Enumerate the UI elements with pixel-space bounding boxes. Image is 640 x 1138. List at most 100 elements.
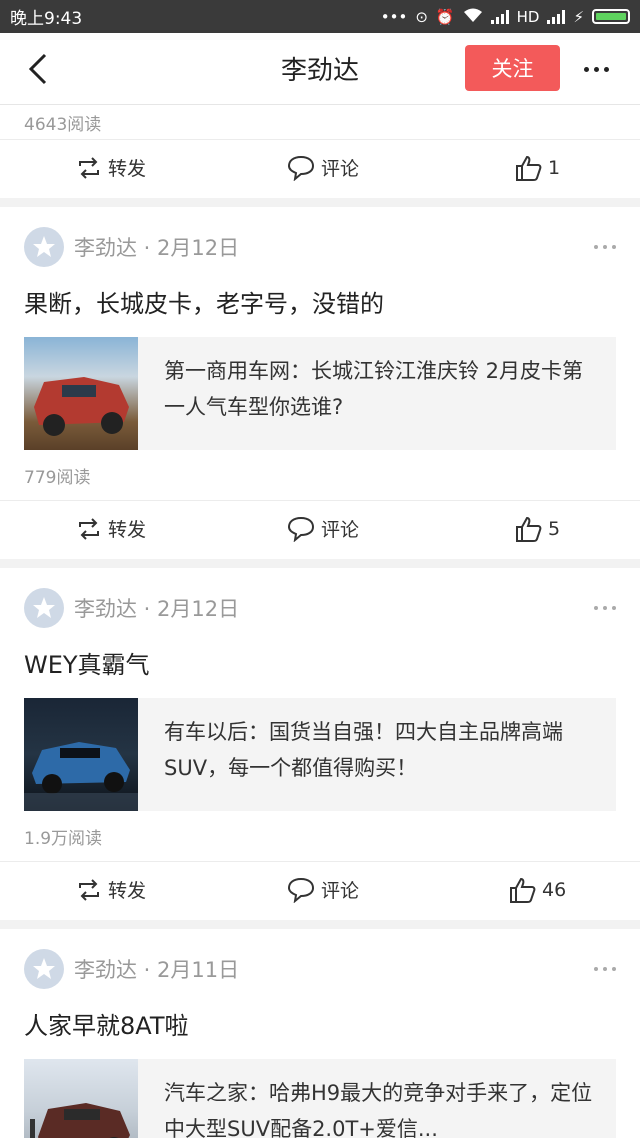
link-card[interactable]: 第一商用车网：长城江铃江淮庆铃 2月皮卡第一人气车型你选谁? xyxy=(24,337,616,450)
read-count: 4643阅读 xyxy=(24,114,102,135)
post-date: 2月11日 xyxy=(157,958,240,982)
post-card: 4643阅读 转发 评论 1 xyxy=(0,105,640,198)
more-dot-icon xyxy=(594,967,598,971)
more-dot-icon xyxy=(612,967,616,971)
more-dot-icon xyxy=(603,606,607,610)
more-dots-icon: ••• xyxy=(380,7,408,26)
repost-label: 转发 xyxy=(108,519,147,541)
charging-icon: ⚡ xyxy=(573,7,584,26)
read-count: 779阅读 xyxy=(24,467,91,488)
signal-icon-2 xyxy=(547,9,566,24)
like-button[interactable]: 1 xyxy=(514,154,560,182)
comment-button[interactable]: 评论 xyxy=(287,876,359,903)
more-dot-icon xyxy=(583,66,589,72)
thumbs-up-icon xyxy=(516,516,542,542)
comment-icon xyxy=(287,516,315,542)
status-bar: 晚上9:43 ••• ⊙ ⏰ HD ⚡ xyxy=(0,0,640,33)
post-card: 李劲达 · 2月12日 WEY真霸气 有车以后：国货当自强！四大自主品牌高端SU… xyxy=(0,568,640,920)
star-icon xyxy=(33,236,55,257)
post-card: 李劲达 · 2月12日 果断，长城皮卡，老字号，没错的 第一商用车网：长城江铃江… xyxy=(0,207,640,559)
comment-label: 评论 xyxy=(321,519,360,541)
post-card: 李劲达 · 2月11日 人家早就8AT啦 汽车之家：哈弗H9最大的竞争对手来了，… xyxy=(0,929,640,1138)
post-header: 李劲达 · 2月11日 xyxy=(24,929,616,1009)
alarm-icon: ⏰ xyxy=(435,7,455,26)
author-name[interactable]: 李劲达 · 2月12日 xyxy=(74,232,239,262)
card-gap xyxy=(0,559,640,568)
back-button[interactable] xyxy=(20,51,56,87)
follow-button[interactable]: 关注 xyxy=(465,45,560,91)
repost-icon xyxy=(79,878,99,901)
more-dot-icon xyxy=(612,606,616,610)
post-text[interactable]: WEY真霸气 xyxy=(24,648,616,682)
repost-icon xyxy=(79,517,99,540)
more-options-button[interactable] xyxy=(576,55,616,83)
post-actions: 转发 评论 46 xyxy=(0,861,640,920)
like-button[interactable]: 46 xyxy=(508,876,566,904)
battery-icon xyxy=(592,9,630,24)
more-dot-icon xyxy=(594,245,598,249)
post-more-button[interactable] xyxy=(594,245,616,249)
link-title: 有车以后：国货当自强！四大自主品牌高端SUV，每一个都值得购买！ xyxy=(164,720,563,780)
repost-label: 转发 xyxy=(108,158,147,180)
like-count: 46 xyxy=(542,879,567,901)
more-dot-icon xyxy=(603,967,607,971)
author-label: 李劲达 xyxy=(74,958,137,982)
like-button[interactable]: 5 xyxy=(514,515,560,543)
post-more-button[interactable] xyxy=(594,606,616,610)
star-icon xyxy=(33,958,55,979)
status-time: 晚上9:43 xyxy=(10,9,83,29)
link-card[interactable]: 有车以后：国货当自强！四大自主品牌高端SUV，每一个都值得购买！ xyxy=(24,698,616,811)
status-icons: ••• ⊙ ⏰ HD ⚡ xyxy=(381,7,630,27)
avatar[interactable] xyxy=(24,949,64,989)
post-actions: 转发 评论 1 xyxy=(0,139,640,198)
signal-icon xyxy=(490,9,509,24)
comment-button[interactable]: 评论 xyxy=(287,515,359,542)
like-count: 5 xyxy=(548,518,561,540)
repost-icon xyxy=(79,156,99,179)
repost-button[interactable]: 转发 xyxy=(76,154,146,181)
wifi-icon xyxy=(463,7,483,27)
repost-button[interactable]: 转发 xyxy=(76,876,146,903)
link-title: 第一商用车网：长城江铃江淮庆铃 2月皮卡第一人气车型你选谁? xyxy=(164,359,584,419)
repost-label: 转发 xyxy=(108,880,147,902)
post-text[interactable]: 果断，长城皮卡，老字号，没错的 xyxy=(24,287,616,321)
thumbs-up-icon xyxy=(516,155,542,181)
feed[interactable]: 4643阅读 转发 评论 1 李劲达 · 2月12日 果断，长城皮卡，老字号，没… xyxy=(0,105,640,1138)
author-name[interactable]: 李劲达 · 2月11日 xyxy=(74,954,239,984)
link-card[interactable]: 汽车之家：哈弗H9最大的竞争对手来了，定位中大型SUV配备2.0T+爱信... xyxy=(24,1059,616,1138)
post-date: 2月12日 xyxy=(157,236,240,260)
avatar[interactable] xyxy=(24,588,64,628)
sync-icon: ⊙ xyxy=(415,7,428,26)
author-name[interactable]: 李劲达 · 2月12日 xyxy=(74,593,239,623)
comment-button[interactable]: 评论 xyxy=(287,154,359,181)
read-count: 1.9万阅读 xyxy=(24,828,103,849)
network-type: HD xyxy=(516,7,540,26)
comment-label: 评论 xyxy=(321,880,360,902)
author-label: 李劲达 xyxy=(74,597,137,621)
post-date: 2月12日 xyxy=(157,597,240,621)
post-header: 李劲达 · 2月12日 xyxy=(24,568,616,648)
author-label: 李劲达 xyxy=(74,236,137,260)
more-dot-icon xyxy=(594,606,598,610)
card-gap xyxy=(0,920,640,929)
link-title: 汽车之家：哈弗H9最大的竞争对手来了，定位中大型SUV配备2.0T+爱信... xyxy=(164,1081,593,1138)
more-dot-icon xyxy=(603,66,609,72)
chevron-left-icon xyxy=(28,53,47,85)
comment-icon xyxy=(287,877,315,903)
card-gap xyxy=(0,198,640,207)
thumbs-up-icon xyxy=(510,877,536,903)
comment-icon xyxy=(287,155,315,181)
link-thumbnail xyxy=(24,1059,138,1138)
repost-button[interactable]: 转发 xyxy=(76,515,146,542)
comment-label: 评论 xyxy=(321,158,360,180)
post-header: 李劲达 · 2月12日 xyxy=(24,207,616,287)
post-text[interactable]: 人家早就8AT啦 xyxy=(24,1009,616,1043)
like-count: 1 xyxy=(548,157,561,179)
avatar[interactable] xyxy=(24,227,64,267)
link-thumbnail xyxy=(24,337,138,450)
star-icon xyxy=(33,597,55,618)
nav-bar: 李劲达 关注 xyxy=(0,33,640,105)
post-more-button[interactable] xyxy=(594,967,616,971)
more-dot-icon xyxy=(612,245,616,249)
more-dot-icon xyxy=(593,66,599,72)
